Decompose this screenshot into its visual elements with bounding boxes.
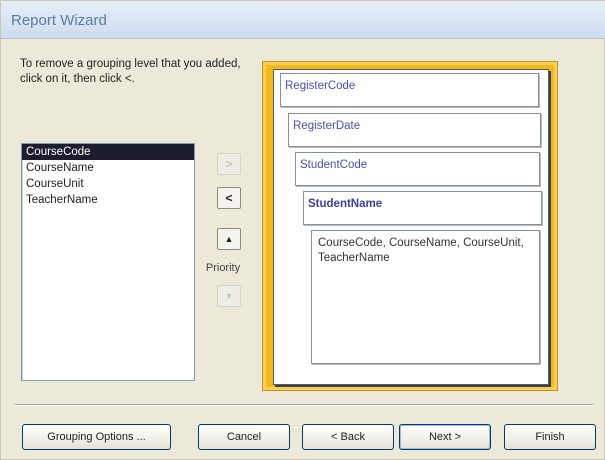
group-level-registerdate[interactable]: RegisterDate <box>288 113 541 147</box>
window-title: Report Wizard <box>11 12 107 29</box>
remove-grouping-button[interactable]: < <box>217 187 241 209</box>
detail-fields-box: CourseCode, CourseName, CourseUnit, Teac… <box>311 230 540 364</box>
grouping-options-button[interactable]: Grouping Options ... <box>22 424 171 450</box>
priority-down-button[interactable]: ▼ <box>217 285 241 307</box>
field-item-courseunit[interactable]: CourseUnit <box>22 176 194 192</box>
group-level-registercode[interactable]: RegisterCode <box>280 73 539 107</box>
finish-button[interactable]: Finish <box>504 424 596 450</box>
priority-up-button[interactable]: ▲ <box>217 228 241 250</box>
back-button[interactable]: < Back <box>302 424 394 450</box>
next-button[interactable]: Next > <box>399 424 491 450</box>
cancel-button[interactable]: Cancel <box>198 424 290 450</box>
group-level-studentcode[interactable]: StudentCode <box>295 152 540 186</box>
add-grouping-button[interactable]: > <box>217 153 241 175</box>
instruction-text: To remove a grouping level that you adde… <box>20 58 241 85</box>
available-fields-list[interactable]: CourseCode CourseName CourseUnit Teacher… <box>21 143 195 381</box>
field-item-coursename[interactable]: CourseName <box>22 160 194 176</box>
report-wizard-window: Report Wizard To remove a grouping level… <box>0 0 605 460</box>
field-item-teachername[interactable]: TeacherName <box>22 192 194 208</box>
field-item-coursecode[interactable]: CourseCode <box>22 144 194 160</box>
footer-separator <box>15 404 593 406</box>
group-level-studentname[interactable]: StudentName <box>303 191 542 225</box>
title-bar: Report Wizard <box>1 1 605 39</box>
priority-label: Priority <box>205 262 241 274</box>
